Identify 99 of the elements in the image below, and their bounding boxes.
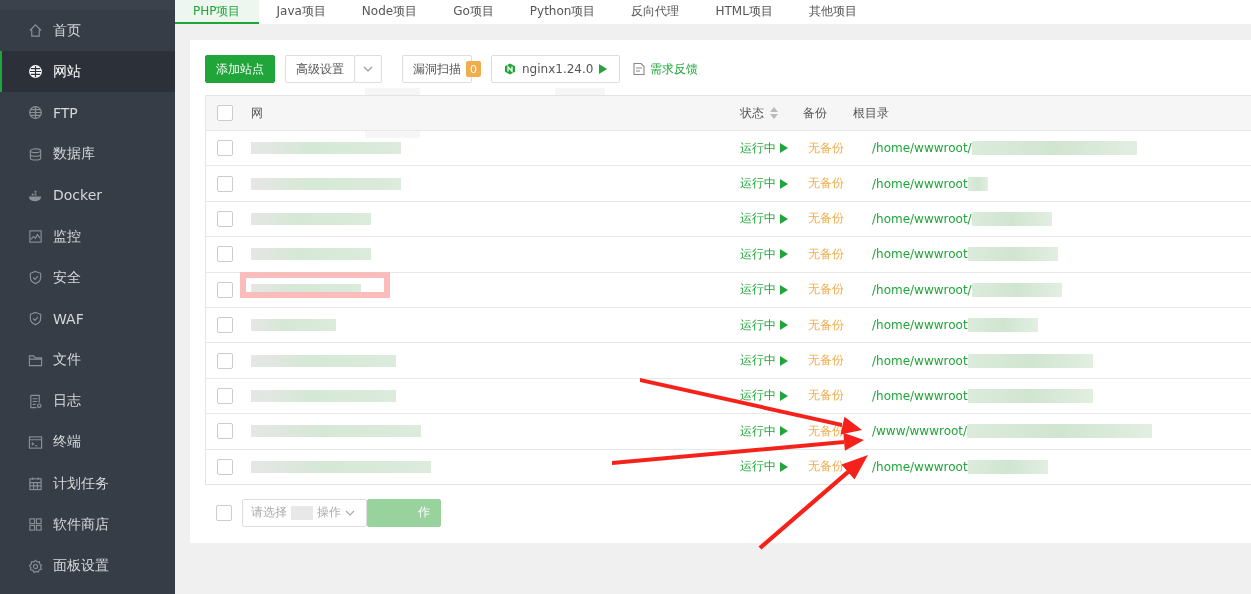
root-path-link[interactable]: /home/wwwroot	[872, 459, 968, 474]
note-icon	[632, 62, 647, 76]
row-checkbox[interactable]	[217, 352, 233, 369]
play-icon	[780, 390, 788, 401]
row-checkbox[interactable]	[217, 387, 233, 404]
play-icon	[780, 355, 788, 366]
play-icon	[780, 143, 788, 154]
project-tab[interactable]: PHP项目	[175, 0, 259, 24]
column-header: 网	[251, 104, 264, 122]
play-icon	[780, 213, 788, 224]
settings-icon	[28, 558, 43, 574]
count-badge: 0	[466, 61, 481, 77]
sort-icon[interactable]	[770, 107, 778, 119]
redacted-blur	[967, 176, 988, 191]
sidebar-item[interactable]: 首页	[0, 10, 175, 52]
globe-icon	[28, 105, 43, 121]
row-checkbox[interactable]	[217, 458, 233, 475]
sidebar-item[interactable]: Docker	[0, 174, 175, 216]
root-path-link[interactable]: /home/wwwroot/	[872, 282, 972, 297]
globe-icon	[28, 64, 43, 80]
folder-icon	[28, 352, 43, 368]
play-icon	[780, 284, 788, 295]
select-all-checkbox[interactable]	[216, 504, 232, 521]
root-path-link[interactable]: /home/wwwroot	[872, 353, 968, 368]
backup-link[interactable]: 无备份	[808, 316, 844, 334]
shield-icon	[28, 270, 43, 286]
select-all-checkbox[interactable]	[217, 105, 233, 121]
database-icon	[28, 146, 43, 162]
status-link[interactable]: 运行中	[740, 316, 776, 334]
sidebar-item[interactable]: 软件商店	[0, 504, 175, 546]
status-link[interactable]: 运行中	[740, 281, 776, 299]
sidebar-item[interactable]: 安全	[0, 257, 175, 299]
root-path-link[interactable]: /home/wwwroot	[872, 318, 968, 333]
caret-icon	[363, 66, 373, 72]
sidebar-item[interactable]: 数据库	[0, 133, 175, 175]
terminal-icon	[28, 434, 43, 450]
sidebar-item[interactable]: 网站	[0, 51, 175, 93]
sidebar-item[interactable]: WAF	[0, 298, 175, 340]
hexagon-icon	[504, 63, 516, 75]
status-link[interactable]: 运行中	[740, 245, 776, 263]
row-checkbox[interactable]	[217, 423, 233, 440]
sidebar-item[interactable]: 计划任务	[0, 463, 175, 505]
nginx-button[interactable]: nginx1.24.0	[491, 55, 621, 83]
row-checkbox[interactable]	[217, 317, 233, 334]
bulk-action-select[interactable]: 请选择 操作	[242, 498, 367, 527]
sidebar-item[interactable]: 面板设置	[0, 545, 175, 587]
backup-link[interactable]: 无备份	[808, 458, 844, 476]
advanced-settings-button[interactable]: 高级设置	[285, 55, 355, 83]
row-checkbox[interactable]	[217, 210, 233, 227]
play-icon	[780, 178, 788, 189]
play-icon	[599, 64, 608, 74]
calendar-icon	[28, 476, 43, 492]
backup-link[interactable]: 无备份	[808, 175, 844, 193]
backup-link[interactable]: 无备份	[808, 210, 844, 228]
row-checkbox[interactable]	[217, 246, 233, 263]
row-checkbox[interactable]	[217, 140, 233, 157]
root-path-link[interactable]: /home/wwwroot/	[872, 211, 972, 226]
root-path-link[interactable]: /www/wwwroot/	[872, 424, 968, 439]
add-site-button[interactable]: 添加站点	[205, 55, 275, 83]
row-checkbox[interactable]	[217, 175, 233, 192]
backup-link[interactable]: 无备份	[808, 387, 844, 405]
caret-icon	[345, 509, 355, 516]
root-path-link[interactable]: /home/wwwroot/	[872, 141, 972, 156]
shield-icon	[28, 311, 43, 327]
column-header: 根目录	[853, 104, 889, 122]
status-link[interactable]: 运行中	[740, 422, 776, 440]
root-path-link[interactable]: /home/wwwroot	[872, 247, 968, 262]
dropdown-button[interactable]	[354, 55, 382, 83]
play-icon	[780, 320, 788, 331]
status-link[interactable]: 运行中	[740, 139, 776, 157]
play-icon	[780, 249, 788, 260]
sidebar-item[interactable]: 终端	[0, 421, 175, 464]
root-path-link[interactable]: /home/wwwroot	[872, 388, 968, 403]
status-link[interactable]: 运行中	[740, 210, 776, 228]
backup-link[interactable]: 无备份	[808, 281, 844, 299]
execute-button[interactable]: 作	[367, 498, 441, 527]
house-icon	[28, 23, 43, 39]
backup-link[interactable]: 无备份	[808, 245, 844, 263]
sidebar-item[interactable]: 文件	[0, 339, 175, 381]
backup-link[interactable]: 无备份	[808, 352, 844, 370]
document-icon	[28, 393, 43, 409]
column-header: 备份	[803, 104, 827, 122]
feedback-link[interactable]: 需求反馈	[650, 60, 699, 78]
grid-icon	[28, 517, 43, 533]
play-icon	[780, 461, 788, 472]
root-path-link[interactable]: /home/wwwroot	[872, 176, 968, 191]
sidebar-item[interactable]: 日志	[0, 380, 175, 422]
chart-icon	[28, 229, 43, 245]
row-checkbox[interactable]	[217, 281, 233, 298]
status-link[interactable]: 运行中	[740, 458, 776, 476]
status-link[interactable]: 运行中	[740, 175, 776, 193]
redacted-blur	[967, 318, 1038, 333]
status-link[interactable]: 运行中	[740, 352, 776, 370]
backup-link[interactable]: 无备份	[808, 139, 844, 157]
sidebar-item[interactable]: FTP	[0, 92, 175, 134]
sidebar-item[interactable]: 监控	[0, 215, 175, 258]
play-icon	[780, 426, 788, 437]
column-header: 状态	[740, 104, 764, 122]
status-link[interactable]: 运行中	[740, 387, 776, 405]
